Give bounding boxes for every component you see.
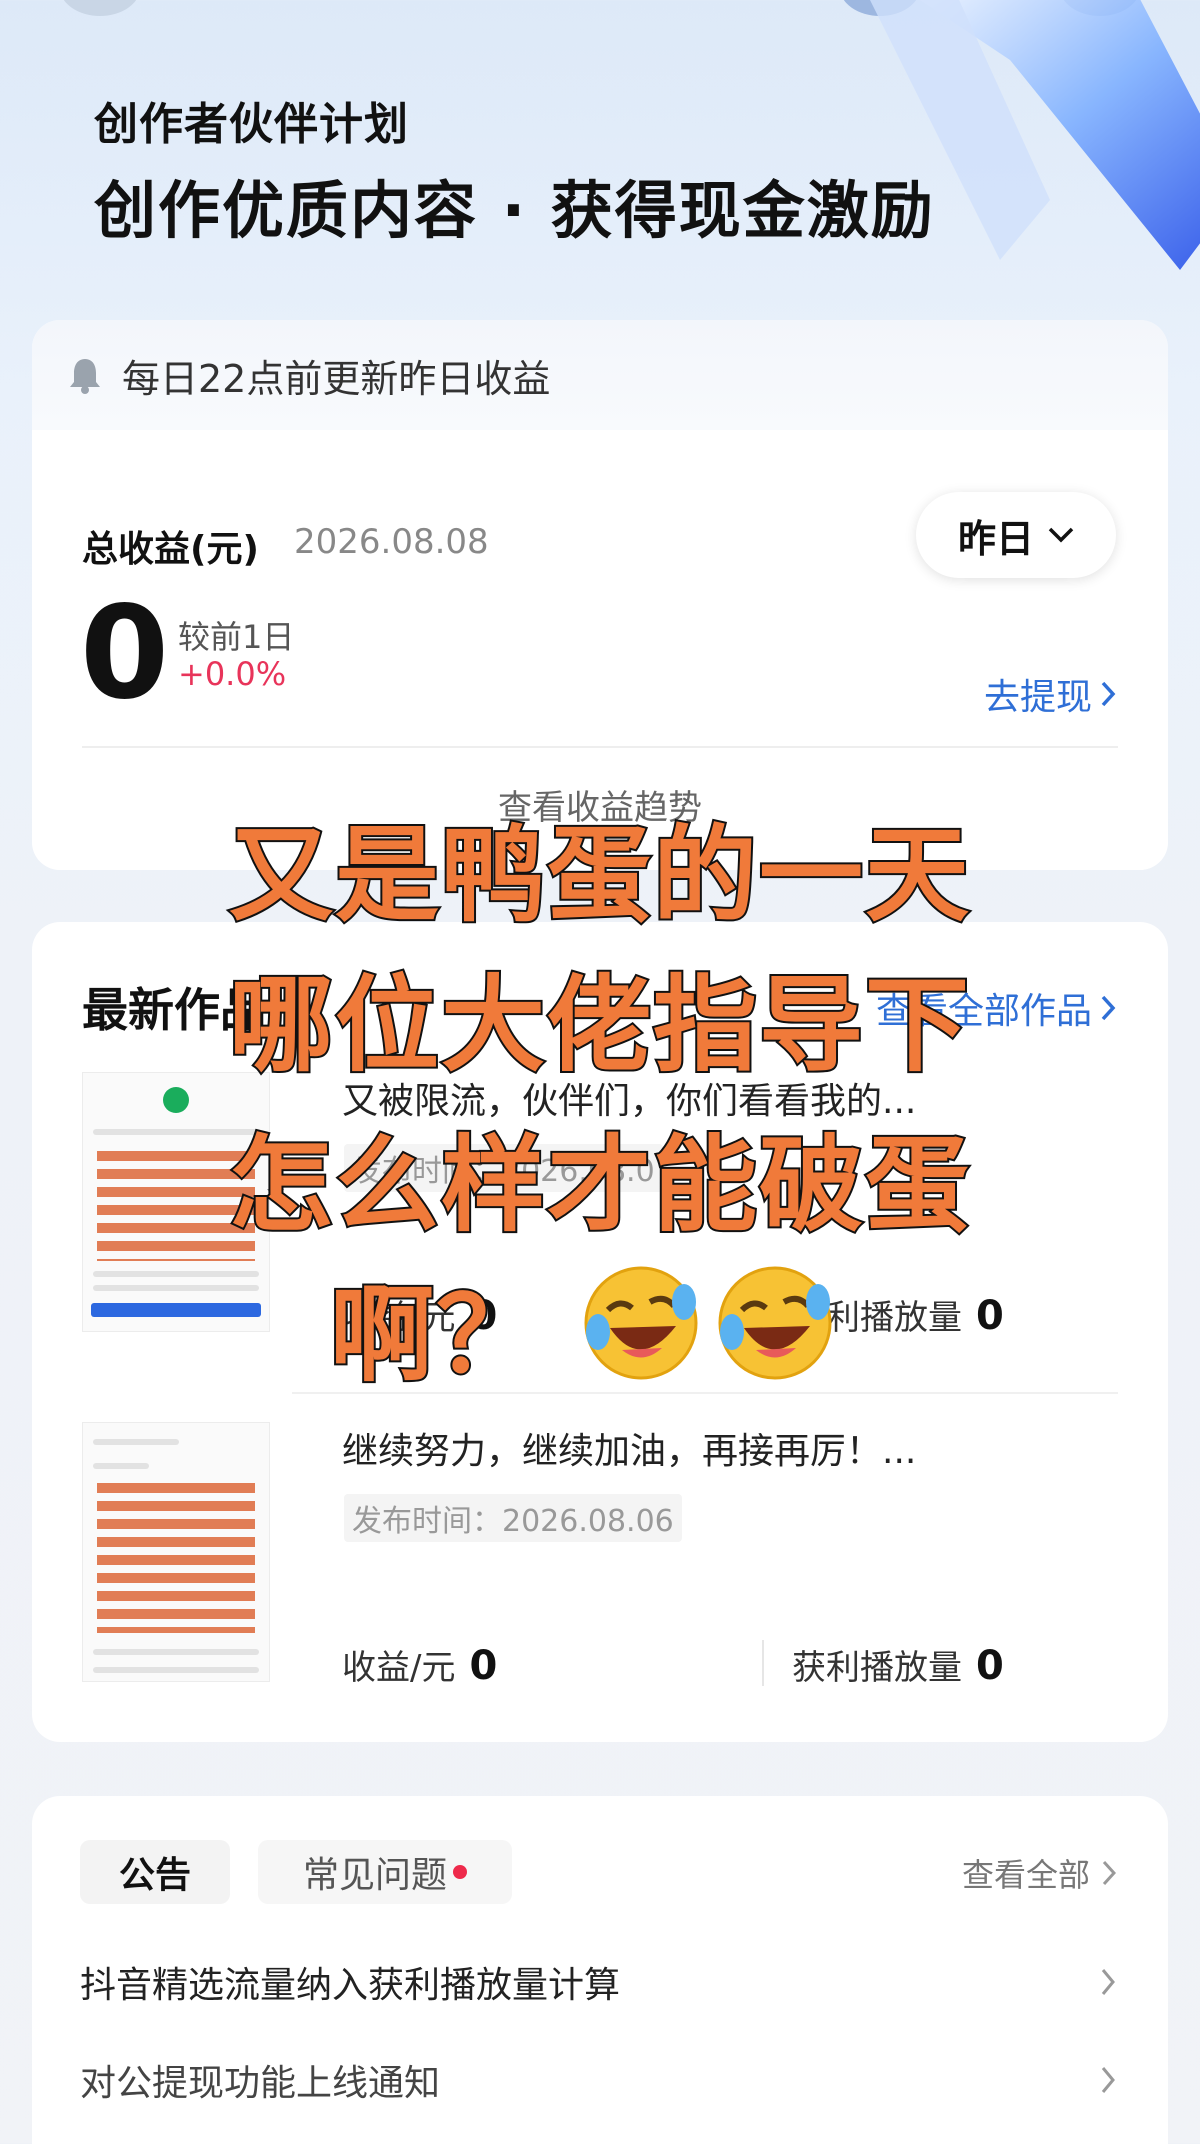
compare-value: +0.0% [178,655,287,693]
hero-title: 创作优质内容 · 获得现金激励 [94,174,935,247]
work-earnings: 收益/元 0 [342,1640,497,1689]
announcement-card: 公告 常见问题 查看全部 抖音精选流量纳入获利播放量计算 对公提现功能上线通知 [32,1796,1168,2144]
withdraw-link[interactable]: 去提现 [984,668,1116,720]
hero-subtitle: 创作者伙伴计划 [94,99,409,150]
earnings-label: 收益/元 [342,1648,456,1688]
announcement-title: 抖音精选流量纳入获利播放量计算 [80,1965,621,2006]
work-publish-date: 发布时间：2026.08.06 [344,1494,682,1542]
plays-label: 获利播放量 [792,1648,962,1688]
period-label: 昨日 [957,516,1034,561]
caption-line: 哪位大佬指导下 [227,962,971,1088]
notice-text: 每日22点前更新昨日收益 [122,356,551,401]
tab-faq-label: 常见问题 [302,1855,447,1896]
caption-line: 又是鸭蛋的一天 [227,812,971,938]
update-notice: 每日22点前更新昨日收益 [32,320,1168,430]
view-all-announcements-link[interactable]: 查看全部 [962,1850,1116,1896]
earnings-value: 0 [469,1643,498,1689]
announcement-item[interactable]: 对公提现功能上线通知 [80,2054,1116,2106]
tab-announcements[interactable]: 公告 [80,1840,230,1904]
chevron-right-icon [1102,1860,1116,1886]
tab-faq[interactable]: 常见问题 [258,1840,512,1904]
work-title: 继续努力，继续加油，再接再厉！... [342,1431,917,1472]
plays-value: 0 [976,1293,1004,1339]
hero-graphic-icon [870,0,1200,270]
withdraw-label: 去提现 [983,677,1092,718]
total-earnings-value: 0 [80,579,170,728]
chevron-down-icon [1048,527,1074,543]
plays-value: 0 [976,1643,1004,1689]
rolling-on-floor-laughing-icon [584,1266,698,1380]
period-selector[interactable]: 昨日 [916,492,1116,578]
back-button[interactable] [60,0,140,16]
rolling-on-floor-laughing-icon [718,1266,832,1380]
stat-separator [762,1640,764,1686]
chevron-right-icon [1101,1969,1115,1995]
hero-header: 创作者伙伴计划 创作优质内容 · 获得现金激励 [0,0,1200,320]
total-earnings-label: 总收益(元) [82,529,259,570]
caption-line: 啊？ [328,1272,543,1398]
chevron-right-icon [1101,681,1116,707]
earnings-date: 2026.08.08 [294,522,489,562]
work-plays: 获利播放量 0 [792,1640,1004,1689]
earnings-card: 每日22点前更新昨日收益 总收益(元) 2026.08.08 昨日 0 较前1日… [32,320,1168,870]
divider [82,746,1118,748]
work-item[interactable]: 继续努力，继续加油，再接再厉！... 发布时间：2026.08.06 收益/元 … [82,1422,1118,1752]
announcement-title: 对公提现功能上线通知 [80,2063,441,2104]
caption-line: 怎么样才能破蛋 [227,1122,971,1248]
announcement-item[interactable]: 抖音精选流量纳入获利播放量计算 [80,1956,1116,2008]
chevron-right-icon [1101,2067,1115,2093]
unread-dot [453,1865,467,1879]
view-all-label: 查看全部 [961,1856,1090,1894]
compare-label: 较前1日 [178,618,295,656]
bell-icon [70,359,100,394]
work-thumbnail [82,1422,270,1682]
